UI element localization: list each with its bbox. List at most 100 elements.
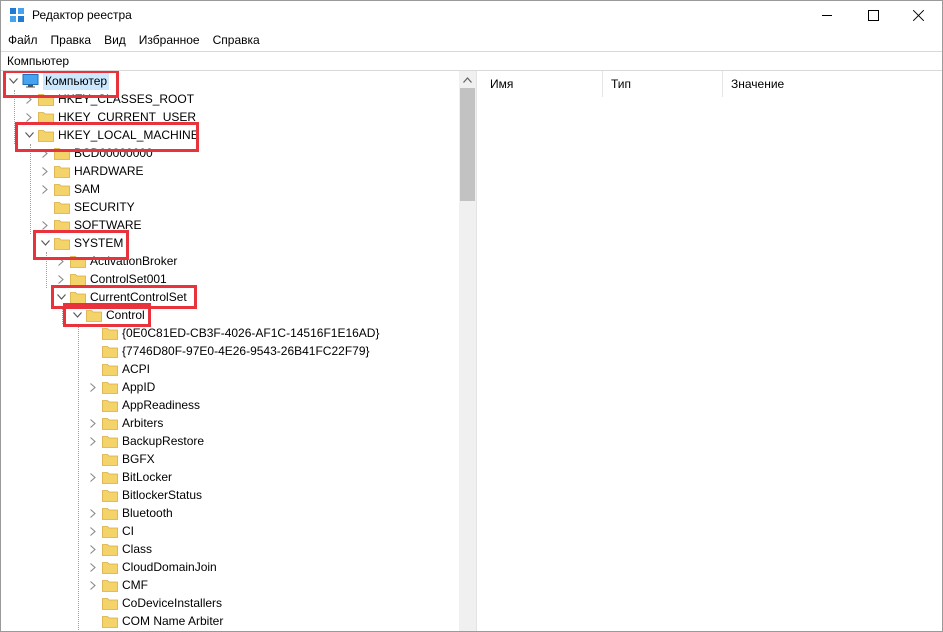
chevron-right-icon[interactable] (55, 252, 67, 270)
tree-node-system[interactable]: SYSTEM (39, 234, 123, 252)
tree-node-7746d80f-97e0-4e26-9543-26b41fc22f79[interactable]: {7746D80F-97E0-4E26-9543-26B41FC22F79} (87, 342, 370, 360)
maximize-button[interactable] (850, 1, 896, 29)
tree-node-class[interactable]: Class (87, 540, 152, 558)
computer-icon (22, 74, 39, 88)
folder-icon (86, 309, 102, 322)
tree-node-appreadiness[interactable]: AppReadiness (87, 396, 200, 414)
tree-node-bcd00000000[interactable]: BCD00000000 (39, 144, 153, 162)
tree-node-backuprestore[interactable]: BackupRestore (87, 432, 204, 450)
tree-node-cmf[interactable]: CMF (87, 576, 148, 594)
tree-node-currentcontrolset[interactable]: CurrentControlSet (55, 288, 187, 306)
tree-node-appid[interactable]: AppID (87, 378, 155, 396)
tree-guide-line (46, 252, 47, 288)
close-button[interactable] (896, 1, 942, 29)
registry-editor-app-icon (10, 8, 24, 22)
tree-node-hkey-classes-root[interactable]: HKEY_CLASSES_ROOT (23, 90, 194, 108)
folder-icon (38, 93, 54, 106)
folder-icon (54, 147, 70, 160)
tree-node-компьютер[interactable]: Компьютер (7, 72, 110, 90)
chevron-right-icon[interactable] (39, 144, 51, 162)
chevron-down-icon[interactable] (7, 72, 19, 90)
menu-edit[interactable]: Правка (44, 30, 98, 50)
chevron-right-icon[interactable] (87, 522, 99, 540)
tree-node-security[interactable]: SECURITY (39, 198, 135, 216)
chevron-down-icon[interactable] (39, 234, 51, 252)
chevron-right-icon[interactable] (87, 378, 99, 396)
tree-node-control[interactable]: Control (71, 306, 145, 324)
tree-node-bgfx[interactable]: BGFX (87, 450, 155, 468)
close-icon (913, 9, 925, 21)
chevron-right-icon[interactable] (55, 270, 67, 288)
chevron-right-icon[interactable] (87, 540, 99, 558)
tree-node-software[interactable]: SOFTWARE (39, 216, 142, 234)
tree-node-codeviceinstallers[interactable]: CoDeviceInstallers (87, 594, 222, 612)
tree-guide-line (78, 324, 79, 630)
tree-node-label: ActivationBroker (90, 254, 178, 268)
folder-icon (102, 435, 118, 448)
folder-icon (102, 579, 118, 592)
chevron-down-icon[interactable] (71, 306, 83, 324)
tree-node-label: BitLocker (122, 470, 173, 484)
chevron-right-icon[interactable] (39, 216, 51, 234)
tree-node-sam[interactable]: SAM (39, 180, 100, 198)
chevron-right-icon[interactable] (87, 468, 99, 486)
menu-favorites[interactable]: Избранное (132, 30, 206, 50)
tree-node-acpi[interactable]: ACPI (87, 360, 150, 378)
tree-node-label: SOFTWARE (74, 218, 142, 232)
address-bar[interactable]: Компьютер (1, 51, 942, 71)
chevron-right-icon[interactable] (87, 432, 99, 450)
folder-icon (70, 255, 86, 268)
tree-node-0e0c81ed-cb3f-4026-af1c-14516f1e16ad[interactable]: {0E0C81ED-CB3F-4026-AF1C-14516F1E16AD} (87, 324, 379, 342)
chevron-right-icon[interactable] (39, 162, 51, 180)
chevron-down-icon[interactable] (55, 288, 67, 306)
tree-node-ci[interactable]: CI (87, 522, 134, 540)
tree-node-label: Class (122, 542, 153, 556)
tree-node-label: ControlSet001 (90, 272, 167, 286)
folder-icon (54, 219, 70, 232)
scroll-up-icon (463, 76, 472, 83)
folder-icon (102, 597, 118, 610)
tree-node-bitlockerstatus[interactable]: BitlockerStatus (87, 486, 202, 504)
chevron-right-icon[interactable] (87, 414, 99, 432)
tree-node-controlset001[interactable]: ControlSet001 (55, 270, 167, 288)
tree-node-hkey-current-user[interactable]: HKEY_CURRENT_USER (23, 108, 196, 126)
tree-node-com-name-arbiter[interactable]: COM Name Arbiter (87, 612, 223, 630)
registry-tree[interactable]: Компьютер HKEY_CLASSES_ROOT HKEY_CURRENT_U… (1, 71, 476, 631)
minimize-button[interactable] (804, 1, 850, 29)
tree-node-hardware[interactable]: HARDWARE (39, 162, 144, 180)
chevron-right-icon[interactable] (23, 90, 35, 108)
tree-node-clouddomainjoin[interactable]: CloudDomainJoin (87, 558, 217, 576)
column-header-value[interactable]: Значение (722, 71, 942, 97)
chevron-down-icon[interactable] (23, 126, 35, 144)
tree-node-hkey-local-machine[interactable]: HKEY_LOCAL_MACHINE (23, 126, 199, 144)
scroll-up-button[interactable] (459, 71, 476, 88)
menu-help[interactable]: Справка (206, 30, 266, 50)
tree-guide-line (62, 306, 63, 324)
tree-scrollbar[interactable] (459, 71, 476, 631)
tree-node-label: AppReadiness (122, 398, 201, 412)
tree-node-arbiters[interactable]: Arbiters (87, 414, 163, 432)
scroll-thumb[interactable] (460, 88, 475, 201)
chevron-right-icon[interactable] (23, 108, 35, 126)
tree-node-bitlocker[interactable]: BitLocker (87, 468, 172, 486)
values-list[interactable]: Имя Тип Значение (482, 71, 942, 631)
tree-node-label: CMF (122, 578, 148, 592)
tree-node-activationbroker[interactable]: ActivationBroker (55, 252, 177, 270)
tree-node-label: HKEY_LOCAL_MACHINE (58, 128, 199, 142)
folder-icon (102, 543, 118, 556)
chevron-right-icon[interactable] (87, 558, 99, 576)
menu-view[interactable]: Вид (97, 30, 132, 50)
tree-node-label: BCD00000000 (74, 146, 153, 160)
tree-node-bluetooth[interactable]: Bluetooth (87, 504, 173, 522)
menu-file[interactable]: Файл (1, 30, 44, 50)
chevron-right-icon[interactable] (39, 180, 51, 198)
column-header-name[interactable]: Имя (482, 71, 602, 97)
chevron-right-icon[interactable] (87, 504, 99, 522)
tree-guide-line (14, 90, 15, 144)
chevron-right-icon[interactable] (87, 576, 99, 594)
tree-node-label: CloudDomainJoin (122, 560, 217, 574)
column-header-type[interactable]: Тип (602, 71, 722, 97)
tree-node-label: Компьютер (43, 72, 110, 90)
